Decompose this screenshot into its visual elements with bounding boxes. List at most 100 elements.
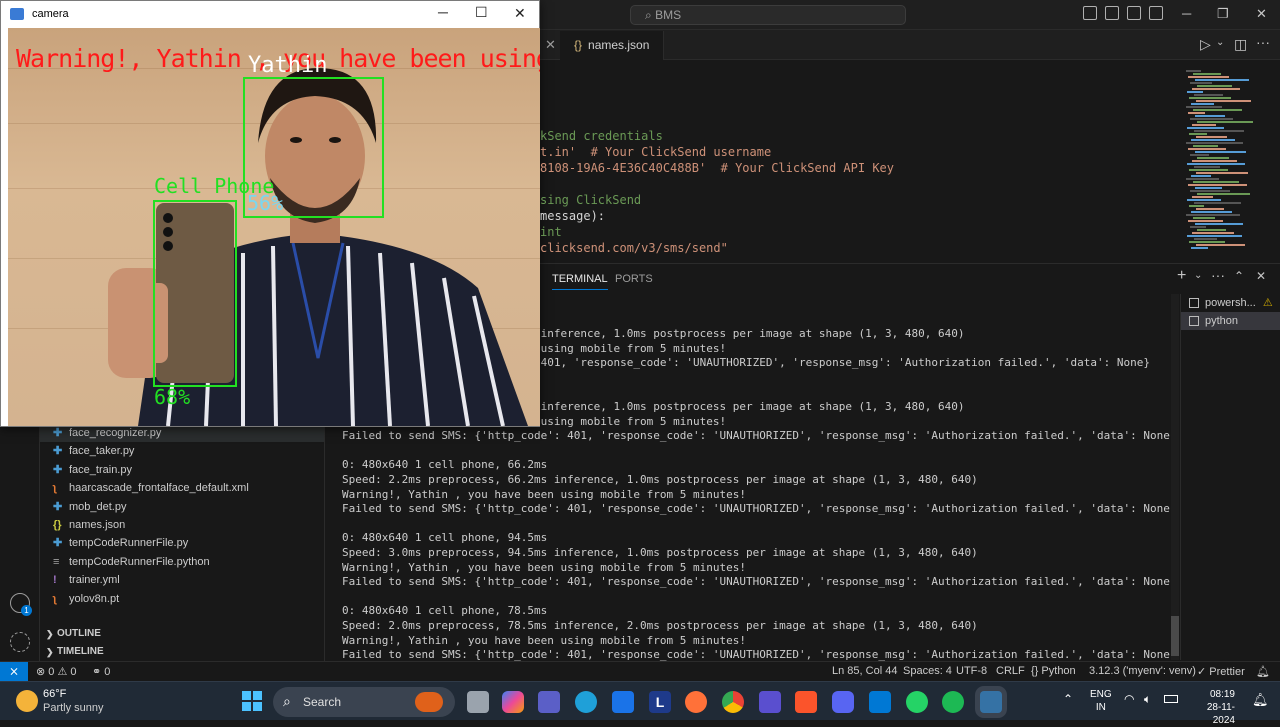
file-item[interactable]: ✚ tempCodeRunnerFile.py [40,534,324,552]
taskbar-search[interactable]: ⌕ Search [273,687,455,717]
terminal-scroll-thumb[interactable] [1171,616,1179,656]
battery-icon[interactable] [1164,695,1178,703]
run-dropdown-icon[interactable]: ⌄ [1216,37,1224,48]
notification-bell-icon[interactable]: 🔔︎ [1252,692,1269,708]
warning-icon: ⚠ [1262,297,1273,309]
volume-icon[interactable]: 🔈︎ [1144,692,1151,707]
minimap-line [1186,178,1219,180]
remote-indicator-icon[interactable]: ⨯ [0,662,28,681]
notifications-bell-icon[interactable]: 🔔︎ [1256,665,1270,678]
camera-titlebar[interactable]: camera ─ ☐ ✕ [1,1,539,28]
minimap-line [1196,172,1248,174]
minimap-line [1189,169,1228,171]
weather-temperature[interactable]: 66°F [43,688,66,700]
prettier-status[interactable]: ✓ Prettier [1197,665,1245,678]
firefox-icon[interactable] [685,691,707,713]
toggle-primary-sidebar-icon[interactable] [1083,6,1097,20]
minimap-line [1195,79,1249,81]
split-editor-icon[interactable]: ◫ [1234,36,1247,53]
new-terminal-icon[interactable]: + [1177,267,1186,285]
indentation[interactable]: Spaces: 4 [903,665,952,677]
kodi-icon[interactable] [759,691,781,713]
customize-layout-icon[interactable] [1149,6,1163,20]
chevron-up-icon[interactable]: ⌃ [1063,692,1073,706]
terminal-scrollbar[interactable] [1171,294,1179,660]
manage-gear-icon[interactable] [10,632,30,652]
whatsapp-icon[interactable] [906,691,928,713]
clock[interactable]: 08:19 28-11-2024 [1190,688,1235,727]
terminal-item-powershell[interactable]: powersh... ⚠ [1181,294,1280,312]
more-actions-icon[interactable]: ··· [1256,34,1270,50]
l-app-icon[interactable]: L [649,691,671,713]
toggle-secondary-sidebar-icon[interactable] [1127,6,1141,20]
minimap-line [1196,244,1245,246]
file-item[interactable]: ʅ yolov8n.pt [40,590,324,608]
close-panel-icon[interactable]: ✕ [1256,269,1266,283]
minimize-icon[interactable]: ─ [1182,6,1191,21]
weather-description[interactable]: Partly sunny [43,702,104,714]
minimize-icon[interactable]: ─ [438,4,448,20]
task-view-icon[interactable] [467,691,489,713]
braces-icon: {} [1031,665,1039,677]
spotify-icon[interactable] [942,691,964,713]
teams-icon[interactable] [538,691,560,713]
file-item[interactable]: ≡ tempCodeRunnerFile.python [40,553,324,571]
cursor-position[interactable]: Ln 85, Col 44 [832,665,897,677]
section-label: TIMELINE [57,646,104,657]
discord-icon[interactable] [832,691,854,713]
language-label: Python [1041,665,1076,677]
file-item[interactable]: ʅ haarcascade_frontalface_default.xml [40,479,324,497]
maximize-panel-icon[interactable]: ⌃ [1234,269,1244,283]
minimap-line [1197,85,1232,87]
brave-icon[interactable] [795,691,817,713]
file-item[interactable]: {} names.json [40,516,324,534]
file-item[interactable]: ✚ mob_det.py [40,498,324,516]
copilot-icon[interactable] [502,691,524,713]
file-item[interactable]: ! trainer.yml [40,571,324,589]
file-item[interactable]: ✚ face_train.py [40,461,324,479]
problems-indicator[interactable]: ⊗ 0 ⚠ 0 [36,665,77,678]
close-icon[interactable]: ✕ [514,5,526,22]
file-item[interactable]: ✚ face_taker.py [40,442,324,460]
tab-names-json[interactable]: {} names.json [560,31,665,60]
toggle-panel-icon[interactable] [1105,6,1119,20]
more-actions-icon[interactable]: ··· [1211,267,1225,283]
section-timeline[interactable]: ❯ TIMELINE [40,643,324,661]
minimap[interactable] [1186,70,1270,260]
run-icon[interactable]: ▷ [1200,36,1211,53]
minimap-line [1194,130,1244,132]
terminal-item-python[interactable]: python [1181,312,1280,330]
close-icon[interactable]: ✕ [1256,6,1267,22]
camera-window[interactable]: camera ─ ☐ ✕ 56% Cell Phone 68% Warning!… [0,0,540,427]
input-language[interactable]: ENG IN [1090,688,1112,714]
command-center-label: BMS [655,8,682,22]
minimap-line [1190,82,1212,84]
chrome-icon[interactable] [722,691,744,713]
wifi-icon[interactable]: ◠ [1124,692,1134,706]
vscode-icon[interactable] [869,691,891,713]
python-icon: ✚ [53,445,63,458]
language-mode[interactable]: {} Python [1031,665,1076,677]
restore-icon[interactable]: ❐ [1217,6,1229,22]
tab-ports[interactable]: PORTS [615,273,653,285]
end-of-line[interactable]: CRLF [996,665,1025,677]
chevron-right-icon: ❯ [46,647,54,657]
encoding[interactable]: UTF-8 [956,665,987,677]
section-outline[interactable]: ❯ OUTLINE [40,625,324,643]
tab-terminal[interactable]: TERMINAL [552,273,608,290]
windows-start-icon[interactable] [242,691,262,711]
command-center[interactable]: ⌕ BMS [630,5,906,25]
maximize-icon[interactable]: ☐ [475,4,488,21]
terminal-dropdown-icon[interactable]: ⌄ [1194,270,1202,281]
lang-line-2: IN [1095,702,1106,713]
edge-icon[interactable] [575,691,597,713]
ports-indicator[interactable]: ⚭ 0 [92,665,110,678]
tab-close-icon[interactable]: ✕ [545,37,556,53]
python-app-icon[interactable] [980,691,1002,713]
file-name: tempCodeRunnerFile.py [69,537,189,550]
terminal-icon [1189,316,1199,326]
python-interpreter[interactable]: 3.12.3 ('myenv': venv) [1089,665,1196,677]
weather-sun-icon[interactable] [16,690,38,712]
mail-icon[interactable] [612,691,634,713]
minimap-line [1195,151,1246,153]
